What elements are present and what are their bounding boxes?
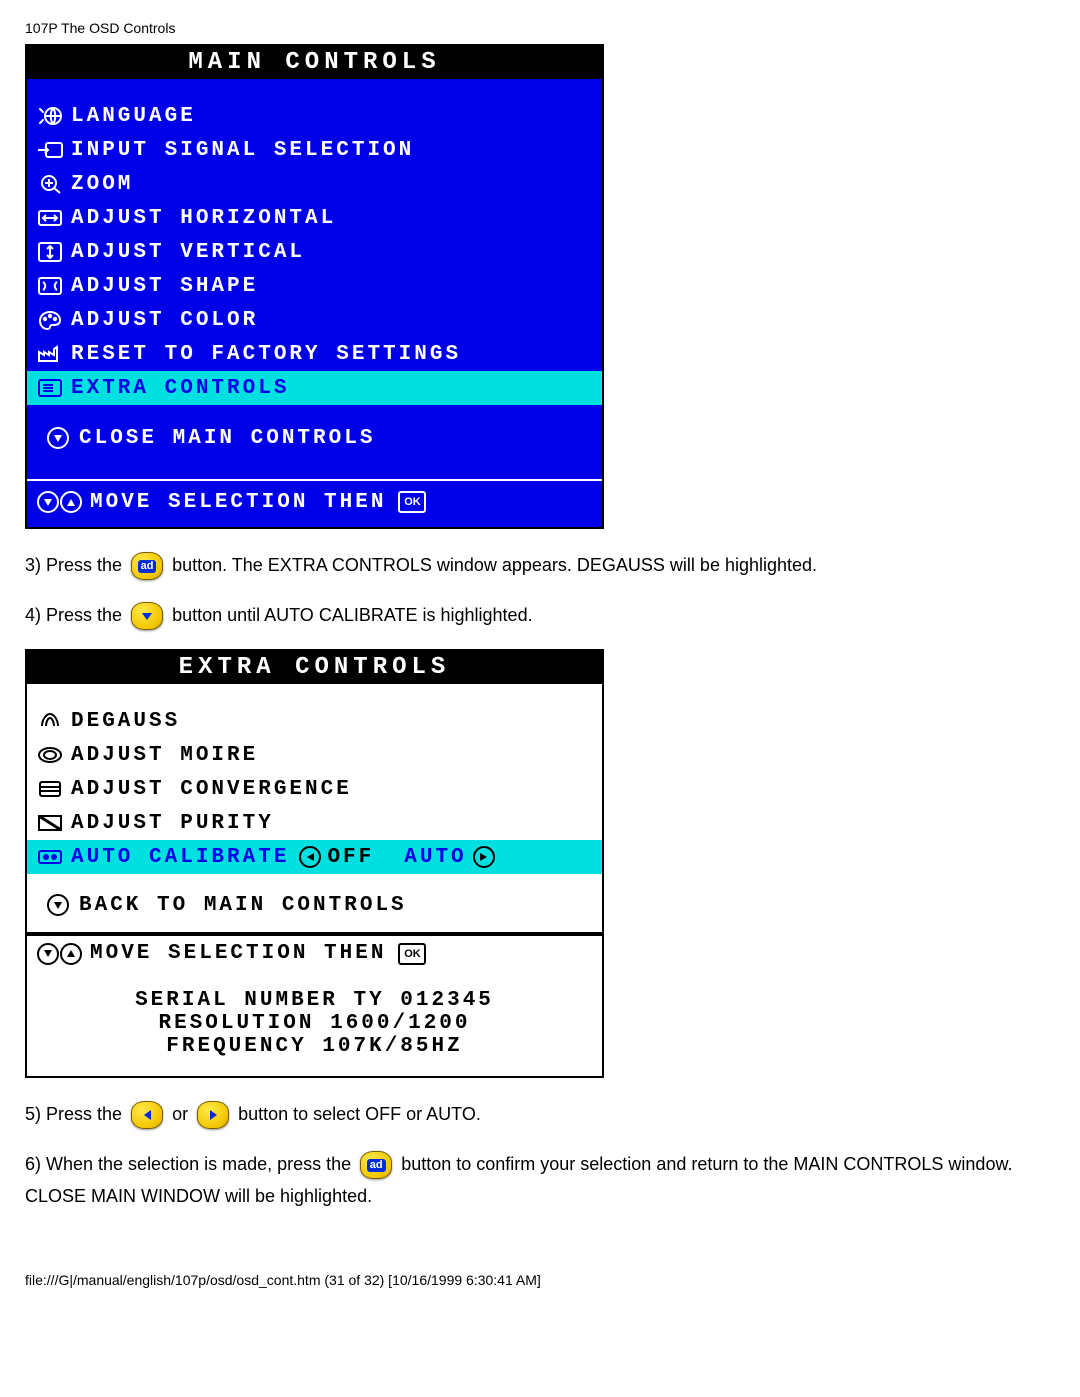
left-arrow-icon	[299, 846, 321, 868]
step3-after: button. The EXTRA CONTROLS window appear…	[172, 555, 817, 575]
purity-icon	[33, 812, 67, 834]
menu-label: ADJUST HORIZONTAL	[71, 207, 336, 230]
menu-label: AUTO CALIBRATE	[71, 846, 289, 869]
step3-before: 3) Press the	[25, 555, 127, 575]
menu-item-auto-calibrate[interactable]: AUTO CALIBRATE OFF AUTO	[27, 840, 602, 874]
step5-mid: or	[172, 1104, 193, 1124]
menu-item-zoom[interactable]: ZOOM	[27, 167, 602, 201]
menu-label: ADJUST MOIRE	[71, 744, 258, 767]
menu-label: LANGUAGE	[71, 105, 196, 128]
menu-label: ADJUST VERTICAL	[71, 241, 305, 264]
menu-item-moire[interactable]: ADJUST MOIRE	[27, 738, 602, 772]
close-icon	[41, 427, 75, 449]
menu-item-adjust-vertical[interactable]: ADJUST VERTICAL	[27, 235, 602, 269]
step-4: 4) Press the button until AUTO CALIBRATE…	[25, 599, 1055, 631]
menu-label: INPUT SIGNAL SELECTION	[71, 139, 414, 162]
menu-item-back[interactable]: BACK TO MAIN CONTROLS	[27, 888, 602, 922]
step-5: 5) Press the or button to select OFF or …	[25, 1098, 1055, 1130]
right-arrow-icon	[473, 846, 495, 868]
menu-label: CLOSE MAIN CONTROLS	[79, 427, 375, 450]
left-button[interactable]	[131, 1101, 163, 1129]
menu-item-language[interactable]: LANGUAGE	[27, 99, 602, 133]
menu-item-convergence[interactable]: ADJUST CONVERGENCE	[27, 772, 602, 806]
degauss-icon	[33, 710, 67, 732]
menu-label: EXTRA CONTROLS	[71, 377, 289, 400]
opt-auto: AUTO	[404, 846, 466, 869]
menu-label: ADJUST SHAPE	[71, 275, 258, 298]
main-controls-body: LANGUAGE INPUT SIGNAL SELECTION ZOOM	[27, 79, 602, 527]
extra-controls-body: DEGAUSS ADJUST MOIRE ADJUST CONVERGENCE	[27, 684, 602, 934]
main-controls-panel: MAIN CONTROLS LANGUAGE INPUT SIGNAL SELE…	[25, 44, 604, 529]
zoom-icon	[33, 173, 67, 195]
menu-item-adjust-color[interactable]: ADJUST COLOR	[27, 303, 602, 337]
menu-item-adjust-horizontal[interactable]: ADJUST HORIZONTAL	[27, 201, 602, 235]
color-icon	[33, 309, 67, 331]
ok-icon: OK	[398, 491, 426, 513]
step4-before: 4) Press the	[25, 605, 127, 625]
extra-controls-info: SERIAL NUMBER TY 012345 RESOLUTION 1600/…	[27, 971, 602, 1076]
step-6: 6) When the selection is made, press the…	[25, 1148, 1055, 1212]
menu-item-adjust-shape[interactable]: ADJUST SHAPE	[27, 269, 602, 303]
menu-item-purity[interactable]: ADJUST PURITY	[27, 806, 602, 840]
input-icon	[33, 139, 67, 161]
menu-item-extra-controls[interactable]: EXTRA CONTROLS	[27, 371, 602, 405]
ok-button[interactable]: ad	[360, 1151, 392, 1179]
extra-controls-title: EXTRA CONTROLS	[27, 651, 602, 684]
moire-icon	[33, 744, 67, 766]
menu-label: ADJUST CONVERGENCE	[71, 778, 352, 801]
menu-label: DEGAUSS	[71, 710, 180, 733]
shape-icon	[33, 275, 67, 297]
page-header: 107P The OSD Controls	[25, 20, 1055, 36]
vertical-icon	[33, 241, 67, 263]
menu-label: ADJUST PURITY	[71, 812, 274, 835]
ok-button[interactable]: ad	[131, 552, 163, 580]
ok-icon: OK	[398, 943, 426, 965]
page-footer: file:///G|/manual/english/107p/osd/osd_c…	[25, 1272, 1055, 1288]
globe-icon	[33, 105, 67, 127]
step-3: 3) Press the ad button. The EXTRA CONTRO…	[25, 549, 1055, 581]
menu-label: BACK TO MAIN CONTROLS	[79, 894, 407, 917]
menu-item-degauss[interactable]: DEGAUSS	[27, 704, 602, 738]
right-button[interactable]	[197, 1101, 229, 1129]
down-button[interactable]	[131, 602, 163, 630]
autocal-icon	[33, 846, 67, 868]
menu-label: ZOOM	[71, 173, 133, 196]
step5-after: button to select OFF or AUTO.	[238, 1104, 481, 1124]
extra-controls-panel: EXTRA CONTROLS DEGAUSS ADJUST MOIRE	[25, 649, 604, 1078]
step4-after: button until AUTO CALIBRATE is highlight…	[172, 605, 533, 625]
menu-item-factory-reset[interactable]: RESET TO FACTORY SETTINGS	[27, 337, 602, 371]
updown-icon	[37, 943, 82, 965]
extra-controls-footer: MOVE SELECTION THEN OK	[27, 934, 602, 971]
convergence-icon	[33, 778, 67, 800]
info-serial: SERIAL NUMBER TY 012345	[37, 989, 592, 1012]
factory-icon	[33, 343, 67, 365]
menu-label: ADJUST COLOR	[71, 309, 258, 332]
footer-text: MOVE SELECTION THEN	[90, 491, 386, 514]
info-resolution: RESOLUTION 1600/1200	[37, 1012, 592, 1035]
main-controls-title: MAIN CONTROLS	[27, 46, 602, 79]
menu-item-close[interactable]: CLOSE MAIN CONTROLS	[27, 421, 602, 455]
updown-icon	[37, 491, 82, 513]
extra-icon	[33, 377, 67, 399]
opt-off: OFF	[327, 846, 374, 869]
main-controls-footer: MOVE SELECTION THEN OK	[27, 481, 602, 523]
step5-before: 5) Press the	[25, 1104, 127, 1124]
auto-calibrate-options: OFF AUTO	[299, 846, 494, 869]
horizontal-icon	[33, 207, 67, 229]
menu-label: RESET TO FACTORY SETTINGS	[71, 343, 461, 366]
info-frequency: FREQUENCY 107K/85HZ	[37, 1035, 592, 1058]
step6-before: 6) When the selection is made, press the	[25, 1154, 356, 1174]
back-icon	[41, 894, 75, 916]
footer-text: MOVE SELECTION THEN	[90, 942, 386, 965]
menu-item-input-signal[interactable]: INPUT SIGNAL SELECTION	[27, 133, 602, 167]
